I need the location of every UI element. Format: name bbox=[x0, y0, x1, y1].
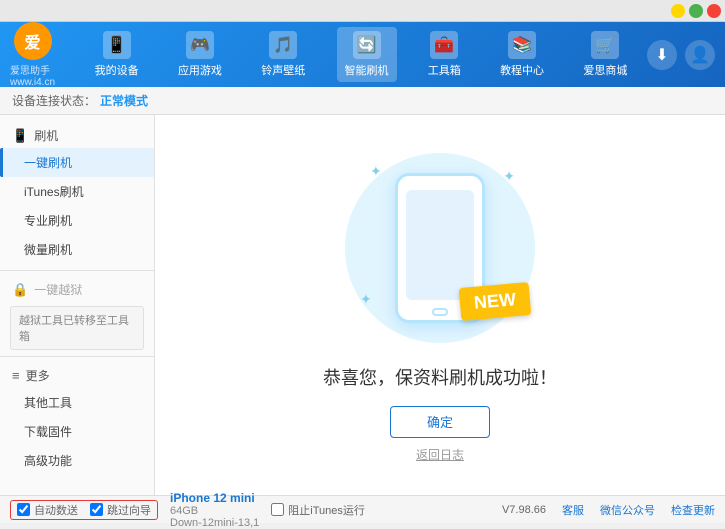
auto-send-checkbox[interactable] bbox=[17, 503, 30, 516]
device-name: iPhone 12 mini bbox=[170, 491, 259, 505]
stop-itunes-label: 阻止iTunes运行 bbox=[288, 502, 365, 518]
toolbox-icon: 🧰 bbox=[430, 31, 458, 59]
ringtone-icon: 🎵 bbox=[269, 31, 297, 59]
check-update-link[interactable]: 检查更新 bbox=[671, 502, 715, 518]
user-btn[interactable]: 👤 bbox=[685, 40, 715, 70]
divider-1 bbox=[0, 270, 154, 271]
phone-home bbox=[432, 308, 448, 316]
mall-icon: 🛒 bbox=[591, 31, 619, 59]
wechat-link[interactable]: 微信公众号 bbox=[600, 502, 655, 518]
bottom-bar: 自动数送 跳过向导 iPhone 12 mini 64GB Down-12min… bbox=[0, 495, 725, 523]
sparkle-2: ✦ bbox=[503, 168, 515, 185]
checkbox-group: 自动数送 跳过向导 bbox=[10, 500, 158, 520]
sparkle-3: ✦ bbox=[360, 291, 372, 308]
sidebar-section-jailbreak[interactable]: 🔒 一键越狱 bbox=[0, 277, 154, 302]
flash-section-icon: 📱 bbox=[12, 128, 28, 144]
header: 爱 爱思助手 www.i4.cn 📱 我的设备 🎮 应用游戏 🎵 铃声壁纸 🔄 … bbox=[0, 22, 725, 87]
app-games-icon: 🎮 bbox=[186, 31, 214, 59]
tutorial-icon: 📚 bbox=[508, 31, 536, 59]
download-btn[interactable]: ⬇ bbox=[647, 40, 677, 70]
phone-screen bbox=[406, 190, 474, 300]
success-text: 恭喜您，保资料刷机成功啦！ bbox=[323, 364, 557, 390]
maximize-btn[interactable] bbox=[689, 4, 703, 18]
new-ribbon: NEW bbox=[459, 282, 532, 321]
sidebar-item-one-click-flash[interactable]: 一键刷机 bbox=[0, 148, 154, 177]
confirm-button[interactable]: 确定 bbox=[390, 406, 490, 438]
back-link[interactable]: 返回日志 bbox=[416, 446, 464, 463]
nav-items: 📱 我的设备 🎮 应用游戏 🎵 铃声壁纸 🔄 智能刷机 🧰 工具箱 📚 教程中心… bbox=[75, 27, 647, 82]
sidebar-item-itunes-flash[interactable]: iTunes刷机 bbox=[0, 177, 154, 206]
close-btn[interactable] bbox=[707, 4, 721, 18]
customer-service-link[interactable]: 客服 bbox=[562, 502, 584, 518]
nav-ringtone[interactable]: 🎵 铃声壁纸 bbox=[253, 27, 313, 82]
nav-smart-flash[interactable]: 🔄 智能刷机 bbox=[337, 27, 397, 82]
illustration: ✦ ✦ ✦ NEW bbox=[340, 148, 540, 348]
nav-tutorial[interactable]: 📚 教程中心 bbox=[492, 27, 552, 82]
smart-flash-icon: 🔄 bbox=[353, 31, 381, 59]
sidebar-section-flash[interactable]: 📱 刷机 bbox=[0, 123, 154, 148]
minimize-btn[interactable] bbox=[671, 4, 685, 18]
nav-app-games[interactable]: 🎮 应用游戏 bbox=[170, 27, 230, 82]
skip-wizard-checkbox[interactable] bbox=[90, 503, 103, 516]
nav-mall[interactable]: 🛒 爱思商城 bbox=[575, 27, 635, 82]
content-area: ✦ ✦ ✦ NEW 恭喜您，保资料刷机成功啦！ 确定 返回日志 bbox=[155, 115, 725, 495]
sidebar-item-advanced[interactable]: 高级功能 bbox=[0, 446, 154, 475]
logo-text: 爱思助手 www.i4.cn bbox=[10, 62, 55, 88]
more-icon: ≡ bbox=[12, 368, 20, 383]
sidebar-item-micro-flash[interactable]: 微量刷机 bbox=[0, 235, 154, 264]
stop-itunes-checkbox[interactable] bbox=[271, 503, 284, 516]
sidebar-item-download-firmware[interactable]: 下载固件 bbox=[0, 417, 154, 446]
version-text: V7.98.66 bbox=[502, 504, 546, 516]
sidebar-item-pro-flash[interactable]: 专业刷机 bbox=[0, 206, 154, 235]
logo-icon: 爱 bbox=[14, 22, 52, 60]
title-bar bbox=[0, 0, 725, 22]
sparkle-1: ✦ bbox=[370, 163, 382, 180]
skip-wizard-label: 跳过向导 bbox=[107, 502, 151, 518]
status-bar: 设备连接状态： 正常模式 bbox=[0, 87, 725, 115]
main-area: 📱 刷机 一键刷机 iTunes刷机 专业刷机 微量刷机 🔒 一键越狱 越狱工具… bbox=[0, 115, 725, 495]
my-device-icon: 📱 bbox=[103, 31, 131, 59]
bottom-right: V7.98.66 客服 微信公众号 检查更新 bbox=[502, 502, 715, 518]
nav-my-device[interactable]: 📱 我的设备 bbox=[87, 27, 147, 82]
sidebar-section-more[interactable]: ≡ 更多 bbox=[0, 363, 154, 388]
nav-toolbox[interactable]: 🧰 工具箱 bbox=[420, 27, 469, 82]
status-value: 正常模式 bbox=[100, 92, 148, 109]
device-storage: 64GB bbox=[170, 505, 259, 517]
lock-icon: 🔒 bbox=[12, 282, 28, 298]
itunes-bar: 阻止iTunes运行 bbox=[271, 502, 365, 518]
divider-2 bbox=[0, 356, 154, 357]
sidebar: 📱 刷机 一键刷机 iTunes刷机 专业刷机 微量刷机 🔒 一键越狱 越狱工具… bbox=[0, 115, 155, 495]
header-right: ⬇ 👤 bbox=[647, 40, 715, 70]
auto-send-label: 自动数送 bbox=[34, 502, 78, 518]
logo-area: 爱 爱思助手 www.i4.cn bbox=[10, 22, 55, 88]
jailbreak-notice: 越狱工具已转移至工具箱 bbox=[10, 306, 144, 350]
new-badge: NEW bbox=[460, 285, 530, 318]
sidebar-item-other-tools[interactable]: 其他工具 bbox=[0, 388, 154, 417]
status-label: 设备连接状态： bbox=[12, 92, 96, 109]
